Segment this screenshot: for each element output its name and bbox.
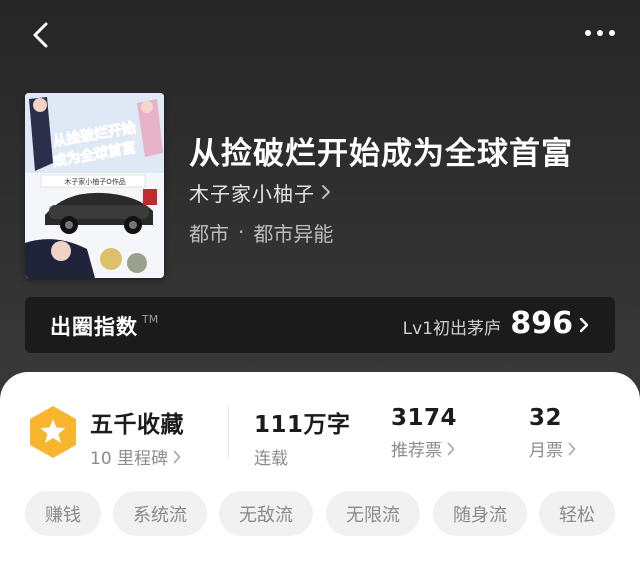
stat-monthly-votes[interactable]: 32 月票 (529, 405, 576, 461)
stat-recommend-label: 推荐票 (391, 441, 442, 461)
influence-score: 896 (510, 306, 573, 341)
stat-monthly-sub: 月票 (529, 436, 576, 461)
tag-chip[interactable]: 随身流 (433, 491, 527, 536)
stat-recommend-sub: 推荐票 (391, 436, 457, 461)
stat-word-count: 111万字 连载 (254, 405, 351, 469)
book-title: 从捡破烂开始成为全球首富 (189, 136, 573, 172)
tag-list: 赚钱 系统流 无敌流 无限流 随身流 轻松 (25, 491, 625, 537)
tag-chip[interactable]: 无敌流 (219, 491, 313, 536)
more-button[interactable] (580, 18, 620, 48)
tag-chip[interactable]: 系统流 (113, 491, 207, 536)
stat-collection-value: 五千收藏 (90, 412, 184, 438)
chevron-right-icon (447, 442, 455, 455)
top-bar (0, 0, 640, 70)
more-horizontal-icon (585, 30, 615, 36)
stat-word-count-value: 111万字 (254, 412, 351, 438)
tag-chip[interactable]: 无限流 (326, 491, 420, 536)
stat-monthly-label: 月票 (529, 441, 563, 461)
stat-monthly-value: 32 (529, 405, 563, 431)
svg-text:木子家小柚子O作品: 木子家小柚子O作品 (64, 177, 126, 186)
stat-serial-status: 连载 (254, 444, 351, 469)
chevron-right-icon (173, 450, 181, 463)
chevron-left-icon (33, 22, 48, 48)
stats-divider (228, 406, 229, 458)
trademark-mark: TM (142, 313, 159, 326)
influence-level: Lv1初出茅庐 (402, 319, 501, 339)
chevron-right-icon (322, 185, 330, 199)
influence-index-bar[interactable]: 出圈指数 TM Lv1初出茅庐 896 (25, 297, 615, 353)
influence-index-label: 出圈指数 (50, 315, 138, 339)
genre-row: 都市 · 都市异能 (189, 218, 333, 246)
back-button[interactable] (22, 16, 62, 56)
stat-recommend-value: 3174 (391, 405, 458, 431)
genre-separator: · (238, 220, 245, 244)
stat-collection-milestone: 10 里程碑 (90, 444, 184, 469)
stat-recommend-votes[interactable]: 3174 推荐票 (391, 405, 457, 461)
genre-primary[interactable]: 都市 (189, 218, 229, 247)
author-link[interactable]: 木子家小柚子 (189, 178, 331, 206)
genre-secondary[interactable]: 都市异能 (253, 218, 333, 247)
tag-chip[interactable]: 轻松 (539, 491, 615, 536)
tag-chip[interactable]: 赚钱 (25, 491, 101, 536)
book-cover[interactable]: 从捡破烂开始 成为全球首富 木子家小柚子O作品 (25, 93, 164, 278)
stat-serial-label: 连载 (254, 449, 288, 469)
chevron-right-icon (568, 442, 576, 455)
stat-collection-label: 10 里程碑 (90, 449, 169, 469)
star-badge-icon (30, 406, 76, 458)
chevron-right-icon (579, 317, 589, 333)
book-cover-art: 从捡破烂开始 成为全球首富 木子家小柚子O作品 (25, 93, 164, 278)
author-name: 木子家小柚子 (189, 181, 315, 206)
stat-collection[interactable]: 五千收藏 10 里程碑 (90, 405, 184, 469)
